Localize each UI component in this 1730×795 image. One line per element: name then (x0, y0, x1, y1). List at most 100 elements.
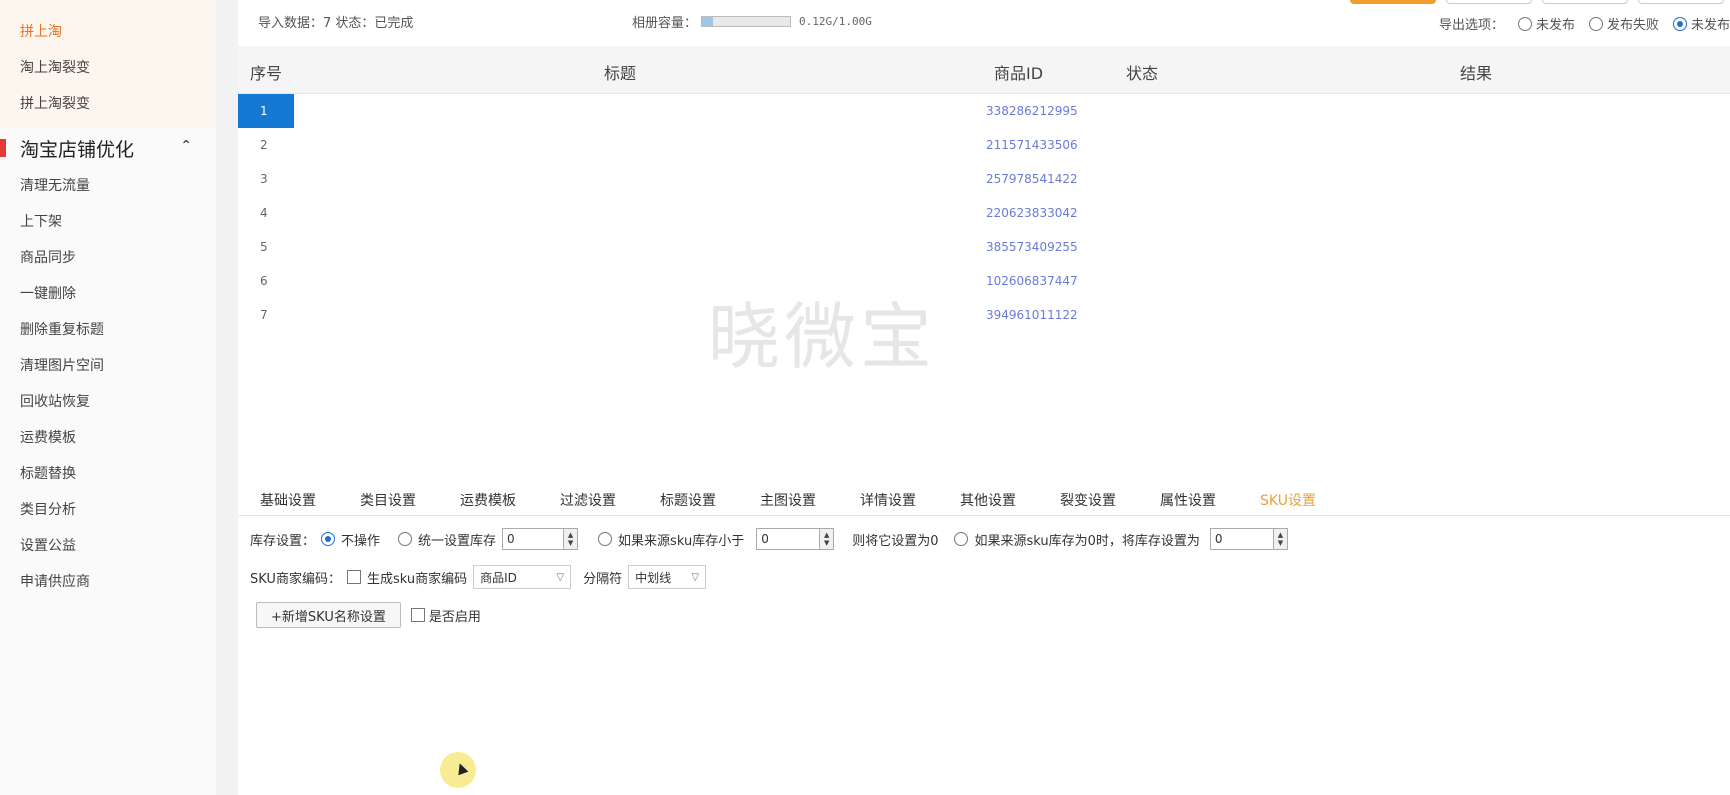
radio-icon[interactable] (954, 532, 969, 546)
settings-tabs: 基础设置 类目设置 运费模板 过滤设置 标题设置 主图设置 详情设置 其他设置 … (238, 482, 1730, 516)
stepper-value: 0 (507, 532, 515, 546)
tab-attributes[interactable]: 属性设置 (1160, 490, 1216, 510)
radio-icon[interactable] (1517, 16, 1532, 31)
row-product-id: 257978541422 (986, 172, 1078, 186)
stepper-arrows-icon[interactable]: ▲ ▼ (563, 529, 578, 549)
export-option-label: 发布失败 (1606, 18, 1659, 33)
export-label: 导出选项： (1438, 18, 1504, 33)
less-stock-stepper[interactable]: 0 ▲ ▼ (756, 528, 835, 550)
sidebar-item-tao-fission[interactable]: 淘上淘裂变 (0, 50, 216, 86)
col-header-title[interactable]: 标题 (604, 60, 636, 84)
top-action-button-2[interactable] (1446, 0, 1532, 4)
capacity-label: 相册容量： (632, 16, 698, 31)
table-row[interactable]: 6 102606837447 (238, 264, 1730, 298)
sidebar-item-charity[interactable]: 设置公益 (0, 528, 216, 564)
row-index: 4 (260, 206, 268, 220)
export-option-unpublished[interactable]: 未发布 (1517, 14, 1575, 33)
export-option-unpublished-2[interactable]: 未发布 (1672, 14, 1730, 33)
sidebar-item-supplier[interactable]: 申请供应商 (0, 564, 216, 600)
less-suffix-label: 则将它设置为0 (852, 533, 939, 549)
row-product-id: 394961011122 (986, 308, 1078, 322)
sidebar-section-header[interactable]: 淘宝店铺优化 ⌃ (0, 128, 216, 168)
stepper-value: 0 (761, 532, 769, 546)
sku-name-row: +新增SKU名称设置 是否启用 (256, 602, 481, 628)
top-action-button-4[interactable] (1638, 0, 1724, 4)
row-index: 6 (260, 274, 268, 288)
table-row[interactable]: 2 211571433506 (238, 128, 1730, 162)
zero-stock-stepper[interactable]: 0 ▲ ▼ (1209, 528, 1288, 550)
sidebar-item-shelf[interactable]: 上下架 (0, 204, 216, 240)
select-value: 商品ID (480, 570, 517, 585)
table-row[interactable]: 7 394961011122 (238, 298, 1730, 332)
radio-selected-icon[interactable] (1672, 16, 1687, 31)
opt-unified-label: 统一设置库存 (418, 533, 497, 549)
table-row[interactable]: 3 257978541422 (238, 162, 1730, 196)
col-header-index[interactable]: 序号 (250, 60, 282, 84)
mouse-cursor-icon (440, 752, 476, 788)
row-product-id: 385573409255 (986, 240, 1078, 254)
tab-main-image[interactable]: 主图设置 (760, 490, 816, 510)
top-action-button-1[interactable] (1350, 0, 1436, 4)
sidebar-item-pin-fission[interactable]: 拼上淘裂变 (0, 86, 216, 122)
row-index: 5 (260, 240, 268, 254)
top-action-button-3[interactable] (1542, 0, 1628, 4)
sidebar-item-pin-shang-tao[interactable]: 拼上淘 (0, 14, 216, 50)
product-table: 序号 标题 商品ID 状态 结果 1 338286212995 2 21157143… (238, 46, 1730, 332)
sidebar-item-freight[interactable]: 运费模板 (0, 420, 216, 456)
tab-fission[interactable]: 裂变设置 (1060, 490, 1116, 510)
col-header-result[interactable]: 结果 (1460, 60, 1492, 84)
tab-detail[interactable]: 详情设置 (860, 490, 916, 510)
tab-freight[interactable]: 运费模板 (460, 490, 516, 510)
table-row[interactable]: 4 220623833042 (238, 196, 1730, 230)
sidebar: 拼上淘 淘上淘裂变 拼上淘裂变 淘宝店铺优化 ⌃ 清理无流量 上下架 商品同步 … (0, 0, 216, 795)
main-panel: 导入数据：7 状态：已完成 相册容量： 0.12G/1.00G 导出选项： 未发… (238, 0, 1730, 795)
sku-code-row: SKU商家编码： 生成sku商家编码 商品ID ▽ 分隔符 中划线 ▽ (250, 565, 707, 589)
row-index: 1 (238, 94, 294, 128)
stepper-arrows-icon[interactable]: ▲ ▼ (1272, 529, 1287, 549)
add-sku-name-button[interactable]: +新增SKU名称设置 (256, 602, 401, 628)
unified-stock-stepper[interactable]: 0 ▲ ▼ (502, 528, 579, 550)
sidebar-item-sync[interactable]: 商品同步 (0, 240, 216, 276)
radio-icon[interactable] (1588, 16, 1603, 31)
album-capacity: 相册容量： 0.12G/1.00G (632, 12, 872, 31)
sidebar-item-title-replace[interactable]: 标题替换 (0, 456, 216, 492)
enable-checkbox[interactable] (410, 608, 425, 622)
col-header-product-id[interactable]: 商品ID (994, 60, 1043, 84)
table-row[interactable]: 1 338286212995 (238, 94, 1730, 128)
export-option-failed[interactable]: 发布失败 (1588, 14, 1659, 33)
row-product-id: 211571433506 (986, 138, 1078, 152)
import-status: 导入数据：7 状态：已完成 (258, 16, 414, 31)
app-root: 拼上淘 淘上淘裂变 拼上淘裂变 淘宝店铺优化 ⌃ 清理无流量 上下架 商品同步 … (0, 0, 1730, 795)
chevron-up-icon[interactable]: ⌃ (180, 138, 192, 154)
row-product-id: 102606837447 (986, 274, 1078, 288)
chevron-down-icon: ▽ (691, 571, 700, 583)
sidebar-item-clean-no-traffic[interactable]: 清理无流量 (0, 168, 216, 204)
table-row[interactable]: 5 385573409255 (238, 230, 1730, 264)
code-source-select[interactable]: 商品ID ▽ (473, 565, 572, 589)
separator-label: 分隔符 (583, 571, 623, 587)
radio-icon[interactable] (398, 532, 413, 546)
sidebar-item-dedupe-title[interactable]: 删除重复标题 (0, 312, 216, 348)
separator-select[interactable]: 中划线 ▽ (628, 565, 707, 589)
table-header: 序号 标题 商品ID 状态 结果 (238, 46, 1730, 94)
opt-noop-label: 不操作 (341, 533, 381, 549)
sidebar-item-delete-all[interactable]: 一键删除 (0, 276, 216, 312)
tab-other[interactable]: 其他设置 (960, 490, 1016, 510)
tab-sku[interactable]: SKU设置 (1260, 490, 1316, 510)
tab-title[interactable]: 标题设置 (660, 490, 716, 510)
row-product-id: 220623833042 (986, 206, 1078, 220)
select-value: 中划线 (635, 570, 672, 585)
tab-basic[interactable]: 基础设置 (260, 490, 316, 510)
radio-icon[interactable] (598, 532, 613, 546)
sidebar-item-clean-images[interactable]: 清理图片空间 (0, 348, 216, 384)
sidebar-item-recycle[interactable]: 回收站恢复 (0, 384, 216, 420)
radio-selected-icon[interactable] (321, 532, 336, 546)
sidebar-group-top: 拼上淘 淘上淘裂变 拼上淘裂变 (0, 0, 216, 128)
gen-code-label: 生成sku商家编码 (366, 571, 468, 587)
gen-code-checkbox[interactable] (346, 570, 361, 584)
stepper-arrows-icon[interactable]: ▲ ▼ (819, 529, 834, 549)
tab-filter[interactable]: 过滤设置 (560, 490, 616, 510)
sidebar-item-category-analysis[interactable]: 类目分析 (0, 492, 216, 528)
col-header-status[interactable]: 状态 (1126, 60, 1158, 84)
tab-category[interactable]: 类目设置 (360, 490, 416, 510)
